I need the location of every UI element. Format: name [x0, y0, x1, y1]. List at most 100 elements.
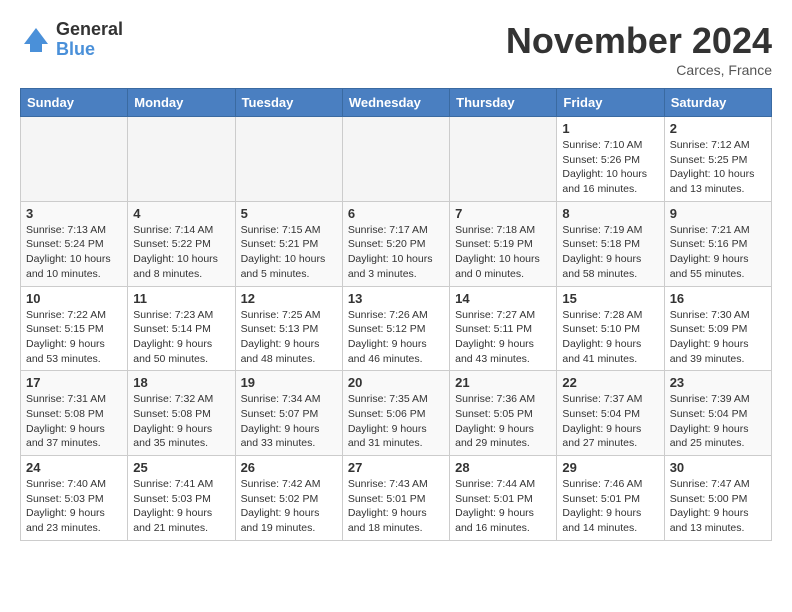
day-number: 9: [670, 206, 766, 221]
calendar-row: 17Sunrise: 7:31 AMSunset: 5:08 PMDayligh…: [21, 371, 772, 456]
day-number: 10: [26, 291, 122, 306]
column-header-monday: Monday: [128, 89, 235, 117]
calendar-cell: 24 Sunrise: 7:40 AMSunset: 5:03 PMDayligh…: [21, 456, 128, 541]
calendar-cell: 6 Sunrise: 7:17 AMSunset: 5:20 PMDaylight…: [342, 201, 449, 286]
day-number: 7: [455, 206, 551, 221]
day-info: Sunrise: 7:22 AMSunset: 5:15 PMDaylight:…: [26, 308, 122, 367]
calendar-cell: 26Sunrise: 7:42 AMSunset: 5:02 PMDayligh…: [235, 456, 342, 541]
day-number: 24: [26, 460, 122, 475]
calendar-cell: 5 Sunrise: 7:15 AMSunset: 5:21 PMDaylight…: [235, 201, 342, 286]
day-info: Sunrise: 7:30 AMSunset: 5:09 PMDaylight:…: [670, 308, 766, 367]
calendar-cell: 10 Sunrise: 7:22 AMSunset: 5:15 PMDayligh…: [21, 286, 128, 371]
title-block: November 2024 Carces, France: [506, 20, 772, 78]
day-number: 15: [562, 291, 658, 306]
calendar-cell: 2 Sunrise: 7:12 AMSunset: 5:25 PMDaylight…: [664, 117, 771, 202]
calendar-cell: 28 Sunrise: 7:44 AMSunset: 5:01 PMDayligh…: [450, 456, 557, 541]
location-text: Carces, France: [506, 62, 772, 78]
day-number: 2: [670, 121, 766, 136]
calendar-cell: 20 Sunrise: 7:35 AMSunset: 5:06 PMDayligh…: [342, 371, 449, 456]
calendar-cell: [21, 117, 128, 202]
day-info: Sunrise: 7:18 AMSunset: 5:19 PMDaylight:…: [455, 223, 551, 282]
day-info: Sunrise: 7:23 AMSunset: 5:14 PMDaylight:…: [133, 308, 229, 367]
day-info: Sunrise: 7:19 AMSunset: 5:18 PMDaylight:…: [562, 223, 658, 282]
calendar-cell: 7 Sunrise: 7:18 AMSunset: 5:19 PMDaylight…: [450, 201, 557, 286]
calendar-cell: 21 Sunrise: 7:36 AMSunset: 5:05 PMDayligh…: [450, 371, 557, 456]
day-info: Sunrise: 7:28 AMSunset: 5:10 PMDaylight:…: [562, 308, 658, 367]
column-header-tuesday: Tuesday: [235, 89, 342, 117]
calendar-cell: 9 Sunrise: 7:21 AMSunset: 5:16 PMDaylight…: [664, 201, 771, 286]
calendar-cell: 3Sunrise: 7:13 AMSunset: 5:24 PMDaylight…: [21, 201, 128, 286]
calendar-table: SundayMondayTuesdayWednesdayThursdayFrid…: [20, 88, 772, 541]
calendar-cell: [450, 117, 557, 202]
day-info: Sunrise: 7:42 AMSunset: 5:02 PMDaylight:…: [241, 477, 337, 536]
day-number: 14: [455, 291, 551, 306]
logo: General Blue: [20, 20, 123, 60]
calendar-cell: 13 Sunrise: 7:26 AMSunset: 5:12 PMDayligh…: [342, 286, 449, 371]
column-header-friday: Friday: [557, 89, 664, 117]
day-number: 23: [670, 375, 766, 390]
logo-icon: [20, 24, 52, 56]
day-number: 6: [348, 206, 444, 221]
calendar-cell: 19Sunrise: 7:34 AMSunset: 5:07 PMDayligh…: [235, 371, 342, 456]
calendar-cell: 27Sunrise: 7:43 AMSunset: 5:01 PMDayligh…: [342, 456, 449, 541]
day-info: Sunrise: 7:17 AMSunset: 5:20 PMDaylight:…: [348, 223, 444, 282]
calendar-cell: 1Sunrise: 7:10 AMSunset: 5:26 PMDaylight…: [557, 117, 664, 202]
calendar-cell: 25Sunrise: 7:41 AMSunset: 5:03 PMDayligh…: [128, 456, 235, 541]
day-info: Sunrise: 7:36 AMSunset: 5:05 PMDaylight:…: [455, 392, 551, 451]
day-info: Sunrise: 7:26 AMSunset: 5:12 PMDaylight:…: [348, 308, 444, 367]
logo-general-text: General: [56, 20, 123, 40]
day-number: 4: [133, 206, 229, 221]
day-info: Sunrise: 7:40 AMSunset: 5:03 PMDaylight:…: [26, 477, 122, 536]
calendar-cell: 8 Sunrise: 7:19 AMSunset: 5:18 PMDaylight…: [557, 201, 664, 286]
day-info: Sunrise: 7:46 AMSunset: 5:01 PMDaylight:…: [562, 477, 658, 536]
calendar-cell: 29 Sunrise: 7:46 AMSunset: 5:01 PMDayligh…: [557, 456, 664, 541]
day-info: Sunrise: 7:25 AMSunset: 5:13 PMDaylight:…: [241, 308, 337, 367]
day-info: Sunrise: 7:21 AMSunset: 5:16 PMDaylight:…: [670, 223, 766, 282]
day-number: 17: [26, 375, 122, 390]
calendar-row: 1Sunrise: 7:10 AMSunset: 5:26 PMDaylight…: [21, 117, 772, 202]
calendar-cell: [342, 117, 449, 202]
day-number: 25: [133, 460, 229, 475]
calendar-cell: 16 Sunrise: 7:30 AMSunset: 5:09 PMDayligh…: [664, 286, 771, 371]
day-info: Sunrise: 7:32 AMSunset: 5:08 PMDaylight:…: [133, 392, 229, 451]
day-number: 20: [348, 375, 444, 390]
day-number: 8: [562, 206, 658, 221]
calendar-cell: 30 Sunrise: 7:47 AMSunset: 5:00 PMDayligh…: [664, 456, 771, 541]
calendar-cell: [128, 117, 235, 202]
day-number: 5: [241, 206, 337, 221]
calendar-header-row: SundayMondayTuesdayWednesdayThursdayFrid…: [21, 89, 772, 117]
day-info: Sunrise: 7:15 AMSunset: 5:21 PMDaylight:…: [241, 223, 337, 282]
calendar-cell: 17Sunrise: 7:31 AMSunset: 5:08 PMDayligh…: [21, 371, 128, 456]
day-number: 30: [670, 460, 766, 475]
day-number: 19: [241, 375, 337, 390]
day-number: 18: [133, 375, 229, 390]
column-header-wednesday: Wednesday: [342, 89, 449, 117]
day-number: 13: [348, 291, 444, 306]
column-header-sunday: Sunday: [21, 89, 128, 117]
day-number: 16: [670, 291, 766, 306]
day-info: Sunrise: 7:37 AMSunset: 5:04 PMDaylight:…: [562, 392, 658, 451]
day-info: Sunrise: 7:35 AMSunset: 5:06 PMDaylight:…: [348, 392, 444, 451]
calendar-cell: 14 Sunrise: 7:27 AMSunset: 5:11 PMDayligh…: [450, 286, 557, 371]
day-number: 1: [562, 121, 658, 136]
calendar-cell: [235, 117, 342, 202]
day-number: 28: [455, 460, 551, 475]
day-info: Sunrise: 7:44 AMSunset: 5:01 PMDaylight:…: [455, 477, 551, 536]
calendar-cell: 15 Sunrise: 7:28 AMSunset: 5:10 PMDayligh…: [557, 286, 664, 371]
day-number: 21: [455, 375, 551, 390]
page-header: General Blue November 2024 Carces, Franc…: [20, 20, 772, 78]
calendar-row: 24 Sunrise: 7:40 AMSunset: 5:03 PMDayligh…: [21, 456, 772, 541]
calendar-cell: 4Sunrise: 7:14 AMSunset: 5:22 PMDaylight…: [128, 201, 235, 286]
day-number: 29: [562, 460, 658, 475]
calendar-row: 10 Sunrise: 7:22 AMSunset: 5:15 PMDayligh…: [21, 286, 772, 371]
calendar-cell: 22Sunrise: 7:37 AMSunset: 5:04 PMDayligh…: [557, 371, 664, 456]
calendar-cell: 11Sunrise: 7:23 AMSunset: 5:14 PMDayligh…: [128, 286, 235, 371]
day-number: 27: [348, 460, 444, 475]
day-info: Sunrise: 7:47 AMSunset: 5:00 PMDaylight:…: [670, 477, 766, 536]
calendar-cell: 12Sunrise: 7:25 AMSunset: 5:13 PMDayligh…: [235, 286, 342, 371]
day-info: Sunrise: 7:27 AMSunset: 5:11 PMDaylight:…: [455, 308, 551, 367]
day-info: Sunrise: 7:12 AMSunset: 5:25 PMDaylight:…: [670, 138, 766, 197]
logo-blue-text: Blue: [56, 40, 123, 60]
calendar-row: 3Sunrise: 7:13 AMSunset: 5:24 PMDaylight…: [21, 201, 772, 286]
day-number: 3: [26, 206, 122, 221]
